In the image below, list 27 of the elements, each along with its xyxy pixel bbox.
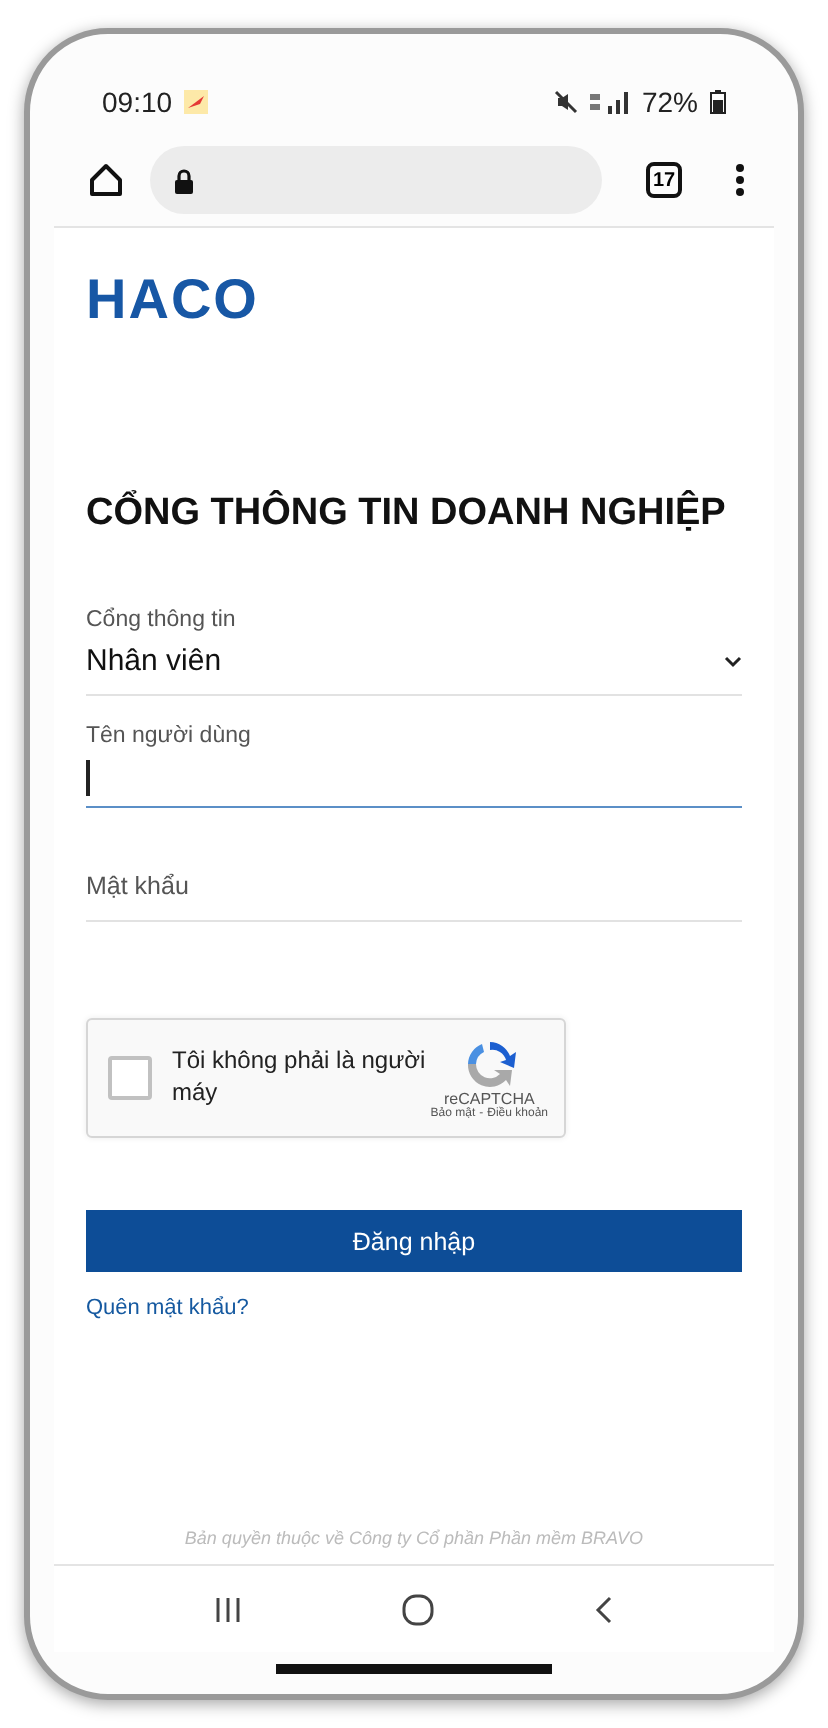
back-icon[interactable] xyxy=(594,1595,614,1623)
captcha-label: Tôi không phải là người máy xyxy=(172,1046,428,1110)
lock-icon xyxy=(174,167,194,193)
recent-apps-icon[interactable] xyxy=(214,1595,242,1623)
mute-icon xyxy=(553,90,578,114)
logo: HACO xyxy=(86,268,259,332)
recaptcha-logo-icon xyxy=(463,1037,516,1089)
portal-select[interactable]: Nhân viên xyxy=(86,632,742,694)
chevron-icon xyxy=(724,655,742,667)
status-time: 09:10 xyxy=(102,86,173,118)
field-label: Tên người dùng xyxy=(86,724,253,748)
login-button[interactable]: Đăng nhập xyxy=(86,1210,742,1272)
signal-icon xyxy=(589,90,630,114)
forgot-password-link[interactable]: Quên mật khẩu? xyxy=(86,1296,249,1320)
notification-icon xyxy=(184,90,209,114)
tab-count[interactable]: 17 xyxy=(646,162,682,198)
page-title: CỔNG THÔNG TIN DOANH NGHIỆP xyxy=(86,492,728,536)
captcha-checkbox[interactable] xyxy=(108,1056,152,1100)
battery-icon xyxy=(710,90,726,114)
copyright-text: Bản quyền thuộc về Công ty Cổ phần Phần mềm BRAVO xyxy=(182,1528,646,1552)
field-label: Cổng thông tin xyxy=(86,608,238,632)
recaptcha-brand: reCAPTCHA xyxy=(443,1089,535,1107)
home-icon[interactable] xyxy=(86,160,126,200)
password-field[interactable]: Mật khẩu xyxy=(86,848,742,920)
menu-icon[interactable] xyxy=(734,162,746,198)
battery-percent: 72% xyxy=(641,86,698,118)
home-button-icon[interactable] xyxy=(402,1593,434,1625)
